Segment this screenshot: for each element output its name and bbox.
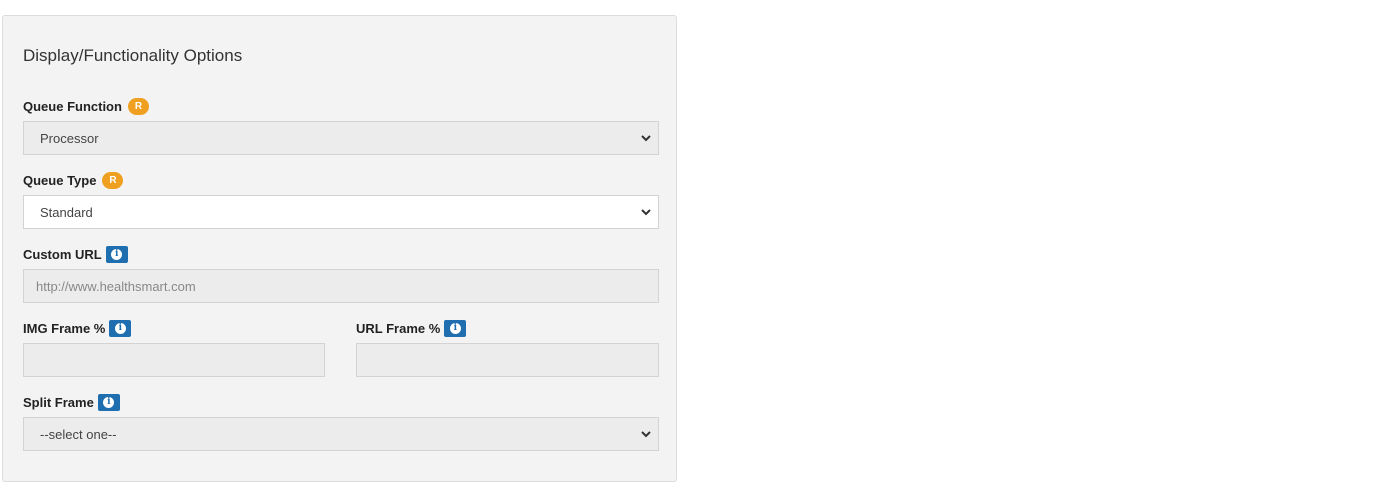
url-frame-field: URL Frame % i — [356, 318, 659, 377]
custom-url-field: Custom URL i http://www.healthsmart.com — [23, 244, 659, 303]
required-badge: R — [102, 171, 124, 189]
url-frame-input[interactable] — [356, 343, 659, 377]
queue-function-select[interactable]: Processor — [23, 121, 659, 155]
queue-type-label: Queue Type — [23, 172, 97, 188]
custom-url-label: Custom URL — [23, 246, 102, 262]
queue-type-field: Queue Type R Standard — [23, 170, 659, 229]
chevron-down-icon — [641, 135, 651, 142]
display-options-panel: Display/Functionality Options Queue Func… — [2, 15, 677, 482]
split-frame-select[interactable]: --select one-- — [23, 417, 659, 451]
info-badge[interactable]: i — [109, 319, 132, 337]
panel-title: Display/Functionality Options — [23, 46, 243, 65]
queue-type-value: Standard — [40, 204, 93, 220]
queue-function-label: Queue Function — [23, 98, 122, 114]
split-frame-field: Split Frame i --select one-- — [23, 392, 659, 451]
queue-function-value: Processor — [40, 130, 99, 146]
required-badge: R — [127, 97, 149, 115]
info-icon: i — [111, 248, 123, 260]
chevron-down-icon — [641, 209, 651, 216]
split-frame-value: --select one-- — [40, 426, 117, 442]
custom-url-input[interactable]: http://www.healthsmart.com — [23, 269, 659, 303]
info-badge[interactable]: i — [105, 245, 128, 263]
chevron-down-icon — [641, 431, 651, 438]
split-frame-label: Split Frame — [23, 394, 94, 410]
info-badge[interactable]: i — [444, 319, 467, 337]
queue-type-select[interactable]: Standard — [23, 195, 659, 229]
queue-function-field: Queue Function R Processor — [23, 96, 659, 155]
img-frame-label: IMG Frame % — [23, 320, 106, 336]
info-icon: i — [449, 322, 461, 334]
info-icon: i — [114, 322, 126, 334]
img-frame-input[interactable] — [23, 343, 325, 377]
info-icon: i — [103, 396, 115, 408]
info-badge[interactable]: i — [97, 393, 120, 411]
img-frame-field: IMG Frame % i — [23, 318, 325, 377]
custom-url-value: http://www.healthsmart.com — [36, 278, 196, 294]
url-frame-label: URL Frame % — [356, 320, 441, 336]
